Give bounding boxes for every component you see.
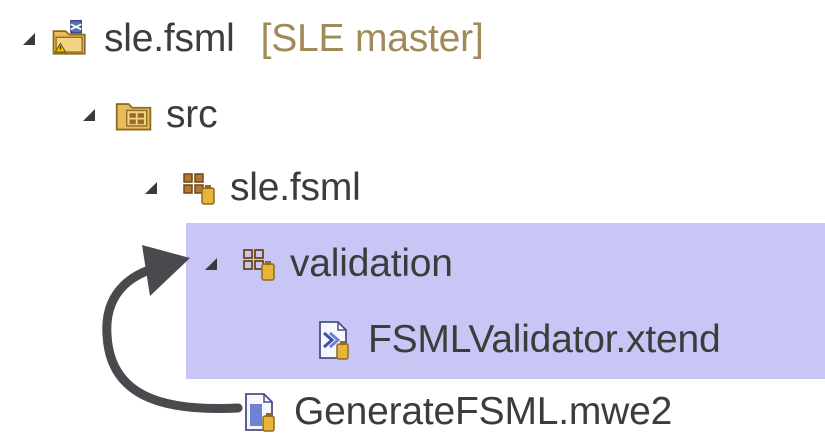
- tree-item-package-sle-fsml[interactable]: sle.fsml: [140, 153, 361, 223]
- tree-item-fsml-validator[interactable]: FSMLValidator.xtend: [262, 305, 721, 375]
- tree-item-package-validation[interactable]: validation: [200, 229, 453, 299]
- expanded-toggle-icon[interactable]: [78, 104, 100, 126]
- mwe2-file-icon: [240, 392, 280, 432]
- package-icon: [240, 244, 280, 284]
- project-folder-icon: [50, 19, 90, 59]
- expanded-toggle-icon[interactable]: [18, 28, 40, 50]
- validator-file-label: FSMLValidator.xtend: [368, 318, 721, 361]
- tree-item-src[interactable]: src: [78, 80, 218, 150]
- expanded-toggle-icon[interactable]: [200, 253, 222, 275]
- src-label: src: [166, 93, 218, 136]
- package-label: sle.fsml: [230, 166, 361, 209]
- expanded-toggle-icon[interactable]: [140, 177, 162, 199]
- xtend-file-icon: [314, 320, 354, 360]
- tree-item-generate-fsml[interactable]: GenerateFSML.mwe2: [200, 377, 672, 447]
- project-explorer-tree: sle.fsml [SLE master] src sle.fsml valid…: [0, 0, 825, 436]
- project-repo-decoration: [SLE master]: [260, 17, 484, 60]
- project-label: sle.fsml: [104, 17, 235, 60]
- tree-item-project[interactable]: sle.fsml [SLE master]: [18, 4, 484, 74]
- validation-label: validation: [290, 242, 453, 285]
- package-icon: [180, 168, 220, 208]
- source-folder-icon: [114, 95, 154, 135]
- workflow-file-label: GenerateFSML.mwe2: [294, 390, 673, 433]
